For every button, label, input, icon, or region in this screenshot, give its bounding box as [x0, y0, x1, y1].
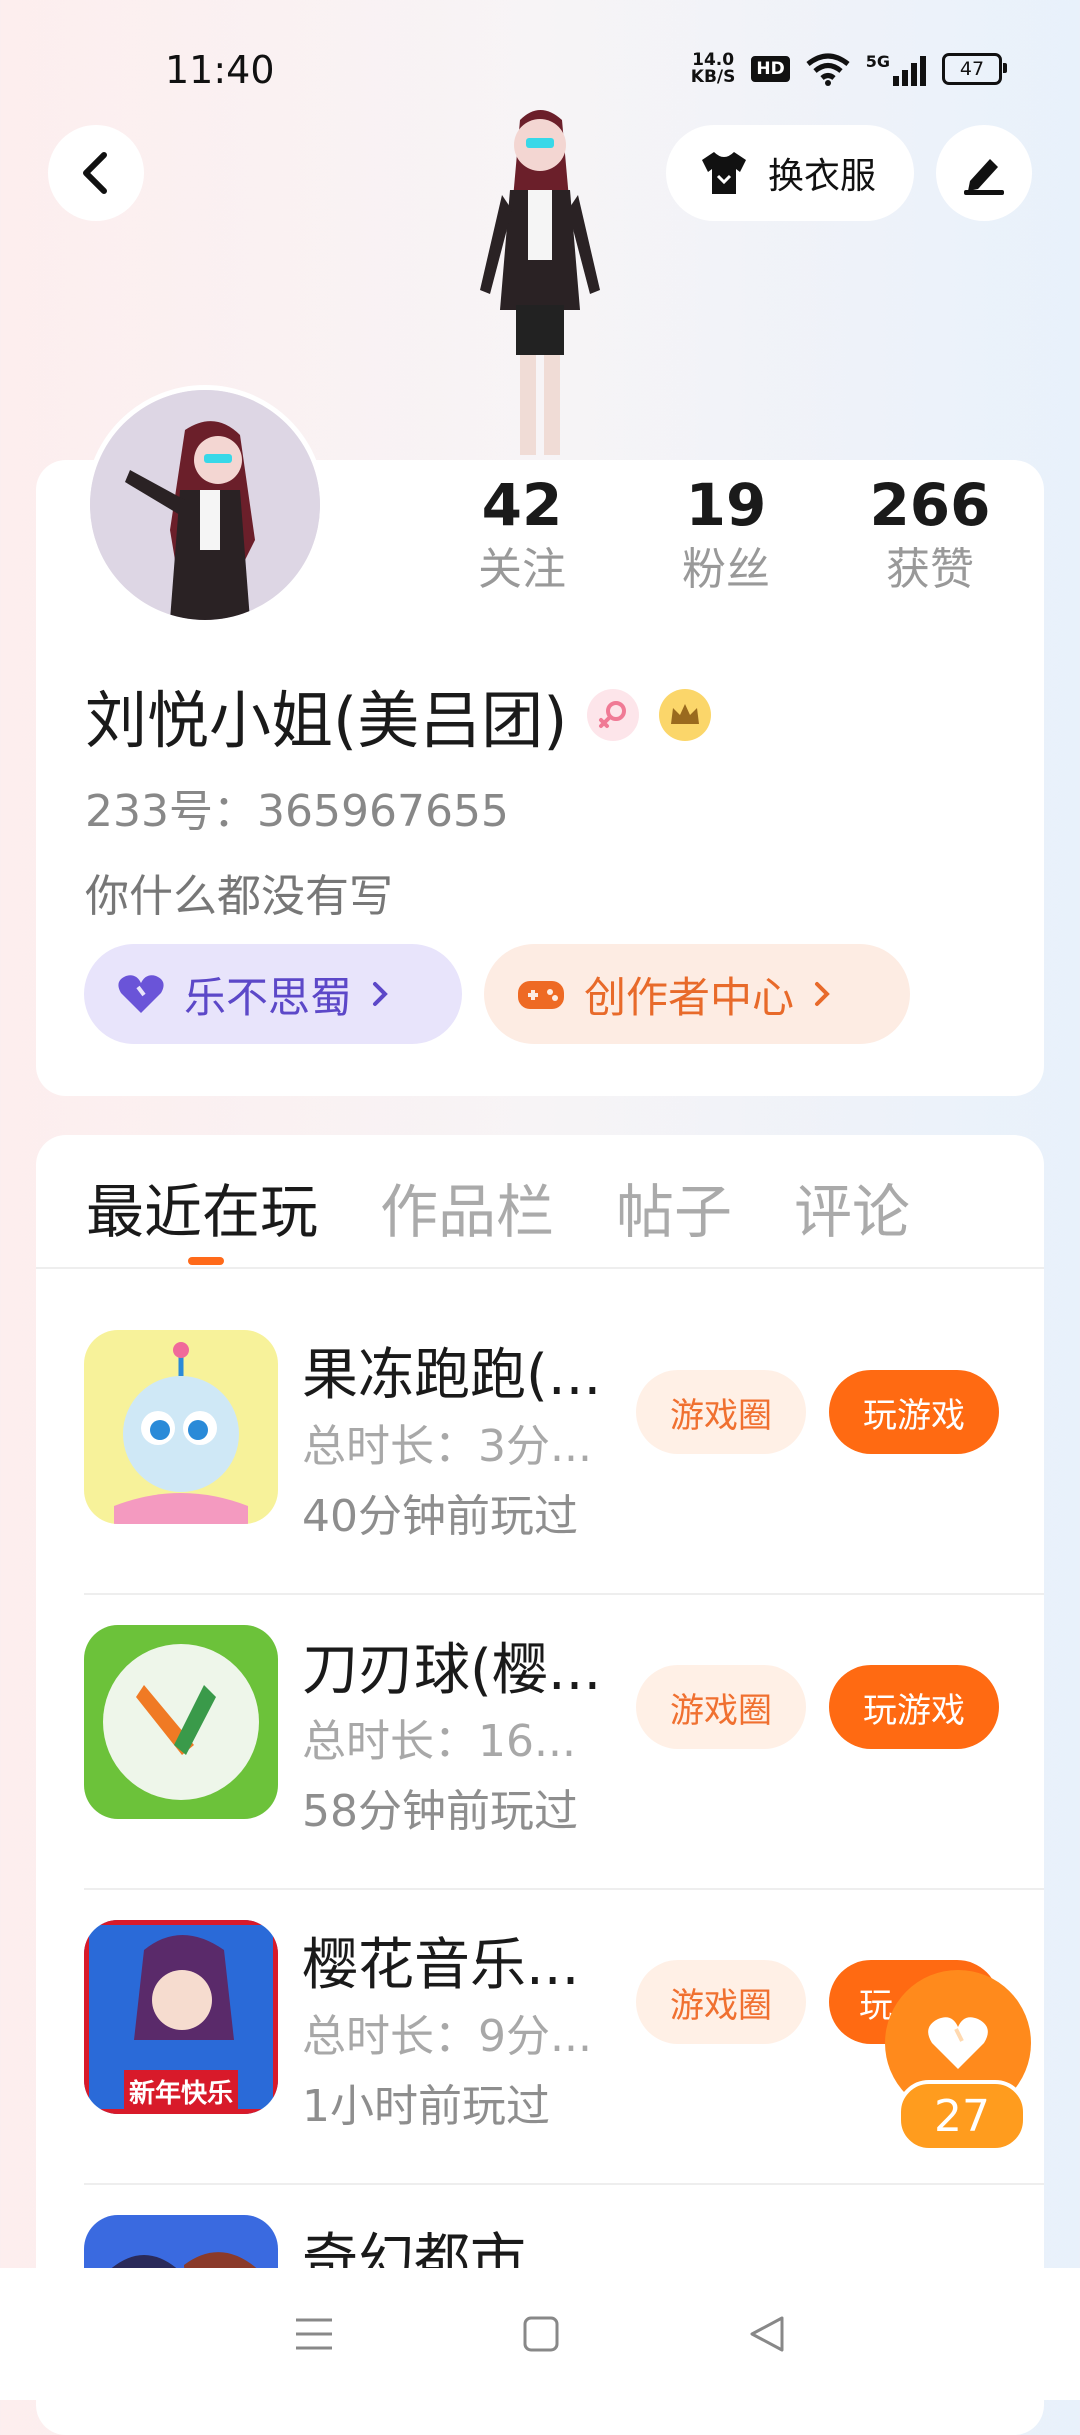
avatar-image [90, 390, 320, 620]
play-game-button[interactable]: 玩游戏 [829, 1665, 999, 1749]
status-time: 11:40 [165, 48, 275, 92]
tab-comments[interactable]: 评论 [794, 1165, 910, 1249]
back-button[interactable] [48, 125, 144, 221]
game-icon-blade-ball [84, 1625, 278, 1819]
hd-icon: HD [751, 56, 790, 82]
followers-label: 粉丝 [682, 544, 770, 595]
game-icon-caption: 新年快乐 [129, 2078, 233, 2109]
likes-label: 获赞 [886, 544, 974, 595]
crown-icon [659, 689, 712, 741]
game-icon-sakura-music: 新年快乐 [84, 1920, 278, 2114]
battery-level: 47 [959, 58, 985, 80]
net-speed-unit: KB/S [690, 67, 736, 87]
menu-icon[interactable] [294, 2316, 334, 2352]
wifi-icon [806, 53, 850, 86]
game-icon-jelly-run [84, 1330, 278, 1524]
game-icon-fantasy-city [84, 2215, 278, 2268]
heart-icon [928, 2017, 988, 2069]
profile-name-row: 刘悦小姐(美吕团) [85, 670, 712, 760]
likes-count: 266 [869, 471, 991, 539]
game-last-played: 1小时前玩过 [302, 2081, 550, 2132]
home-icon[interactable] [522, 2315, 560, 2353]
list-item[interactable]: 奇幻都市 [36, 2185, 1044, 2268]
chevron-left-icon [83, 152, 107, 194]
guild-chip-label: 乐不思蜀 [184, 972, 353, 1022]
battery-icon: 47 [942, 53, 1007, 85]
tab-recently-played[interactable]: 最近在玩 [86, 1165, 318, 1249]
stat-following[interactable]: 42 关注 [422, 470, 622, 600]
play-game-button[interactable]: 玩游戏 [829, 1370, 999, 1454]
creator-center-label: 创作者中心 [584, 972, 795, 1022]
list-item[interactable]: 果冻跑跑(... 总时长：3分... 40分钟前玩过 游戏圈 玩游戏 [36, 1300, 1044, 1595]
change-outfit-button[interactable]: 换衣服 [666, 125, 914, 221]
game-title: 刀刃球(樱... [302, 1638, 602, 1703]
game-duration: 总时长：16... [302, 1716, 576, 1767]
user-id: 233号：365967655 [85, 786, 509, 837]
tab-posts[interactable]: 帖子 [616, 1165, 732, 1249]
stat-followers[interactable]: 19 粉丝 [626, 470, 826, 600]
game-title: 果冻跑跑(... [302, 1343, 602, 1408]
tab-bar: 最近在玩 作品栏 帖子 评论 [86, 1165, 910, 1249]
status-icons: 14.0 KB/S HD 5G 47 [691, 52, 1007, 86]
system-nav-bar [0, 2268, 1080, 2400]
tab-indicator [188, 1257, 224, 1265]
back-nav-icon[interactable] [748, 2315, 786, 2353]
game-last-played: 58分钟前玩过 [302, 1786, 578, 1837]
shirt-icon [702, 152, 746, 194]
avatar[interactable] [85, 385, 325, 625]
game-duration: 总时长：3分... [302, 1421, 592, 1472]
chevron-right-icon [815, 982, 830, 1006]
followers-count: 19 [685, 471, 767, 539]
game-duration: 总时长：9分... [302, 2011, 592, 2062]
stat-likes[interactable]: 266 获赞 [830, 470, 1030, 600]
tab-divider [36, 1267, 1044, 1269]
signal-icon: 5G [866, 52, 926, 86]
gamepad-icon [518, 981, 564, 1009]
edit-button[interactable] [936, 125, 1032, 221]
signal-label: 5G [865, 52, 890, 71]
game-circle-button[interactable]: 游戏圈 [636, 1665, 806, 1749]
pencil-icon [964, 159, 1004, 195]
creator-center-chip[interactable]: 创作者中心 [484, 944, 910, 1044]
chevron-right-icon [373, 982, 388, 1006]
female-icon [587, 689, 640, 741]
character-figure [480, 110, 600, 455]
game-circle-button[interactable]: 游戏圈 [636, 1960, 806, 2044]
user-bio: 你什么都没有写 [85, 871, 393, 922]
heart-icon [118, 975, 164, 1013]
following-label: 关注 [478, 544, 566, 595]
profile-name: 刘悦小姐(美吕团) [85, 684, 568, 757]
following-count: 42 [481, 471, 563, 539]
game-title: 樱花音乐... [302, 1933, 580, 1998]
list-item[interactable]: 刀刃球(樱... 总时长：16... 58分钟前玩过 游戏圈 玩游戏 [36, 1595, 1044, 1890]
change-outfit-label: 换衣服 [768, 156, 877, 197]
tab-works[interactable]: 作品栏 [380, 1165, 554, 1249]
guild-chip[interactable]: 乐不思蜀 [84, 944, 462, 1044]
game-last-played: 40分钟前玩过 [302, 1491, 578, 1542]
net-speed: 14.0 KB/S [691, 52, 736, 86]
game-circle-button[interactable]: 游戏圈 [636, 1370, 806, 1454]
game-title: 奇幻都市 [302, 2228, 526, 2268]
like-count: 27 [897, 2080, 1027, 2152]
